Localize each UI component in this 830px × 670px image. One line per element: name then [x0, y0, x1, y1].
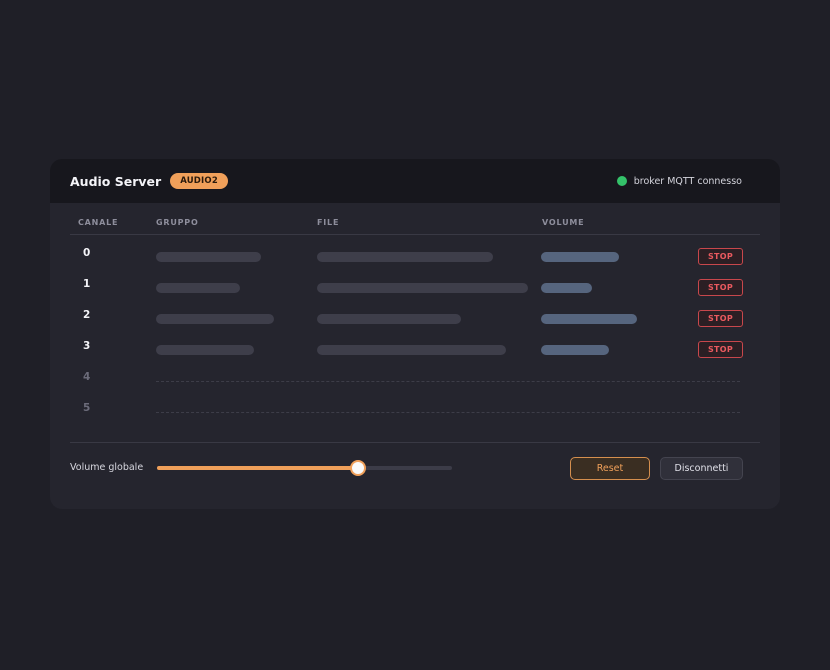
channel-number: 4 — [83, 371, 91, 383]
channel-number: 5 — [83, 402, 91, 414]
server-badge: AUDIO2 — [170, 173, 228, 189]
group-placeholder-bar — [156, 314, 274, 324]
table-row: 0 STOP — [70, 238, 760, 269]
footer-divider — [70, 442, 760, 443]
empty-row-divider — [156, 381, 740, 382]
empty-row-divider — [156, 412, 740, 413]
global-volume-slider[interactable] — [157, 460, 452, 476]
group-placeholder-bar — [156, 345, 254, 355]
channel-number: 3 — [83, 340, 91, 352]
table-row-empty: 4 — [70, 362, 760, 393]
disconnect-button[interactable]: Disconnetti — [660, 457, 743, 480]
channel-number: 2 — [83, 309, 91, 321]
volume-level-bar — [541, 314, 637, 324]
channel-table: CANALE GRUPPO FILE VOLUME 0 STOP 1 STOP … — [70, 203, 760, 414]
slider-thumb[interactable] — [349, 460, 366, 476]
stop-button[interactable]: STOP — [698, 341, 743, 358]
volume-level-bar — [541, 283, 592, 293]
file-placeholder-bar — [317, 345, 506, 355]
slider-fill — [157, 466, 358, 470]
table-header: CANALE GRUPPO FILE VOLUME — [70, 203, 760, 235]
stop-button[interactable]: STOP — [698, 279, 743, 296]
connection-status: broker MQTT connesso — [616, 159, 742, 203]
status-dot-icon — [616, 176, 627, 186]
status-text: broker MQTT connesso — [633, 175, 742, 187]
table-row: 1 STOP — [70, 269, 760, 300]
audio-server-card: Audio Server AUDIO2 broker MQTT connesso… — [50, 159, 780, 509]
table-row: 2 STOP — [70, 300, 760, 331]
app-title: Audio Server — [70, 173, 162, 189]
group-placeholder-bar — [156, 252, 261, 262]
volume-level-bar — [541, 252, 619, 262]
channel-number: 1 — [83, 278, 91, 290]
stop-button[interactable]: STOP — [698, 248, 743, 265]
volume-level-bar — [541, 345, 609, 355]
group-placeholder-bar — [156, 283, 240, 293]
column-header-file: FILE — [317, 218, 340, 227]
column-header-volume: VOLUME — [542, 218, 585, 227]
table-row: 3 STOP — [70, 331, 760, 362]
stop-button[interactable]: STOP — [698, 310, 743, 327]
channel-number: 0 — [83, 247, 91, 259]
column-header-gruppo: GRUPPO — [156, 218, 199, 227]
reset-button[interactable]: Reset — [570, 457, 650, 480]
column-header-canale: CANALE — [78, 218, 119, 227]
card-header: Audio Server AUDIO2 broker MQTT connesso — [50, 159, 780, 203]
file-placeholder-bar — [317, 252, 493, 262]
file-placeholder-bar — [317, 314, 461, 324]
file-placeholder-bar — [317, 283, 528, 293]
table-row-empty: 5 — [70, 393, 760, 424]
global-volume-label: Volume globale — [70, 462, 144, 473]
